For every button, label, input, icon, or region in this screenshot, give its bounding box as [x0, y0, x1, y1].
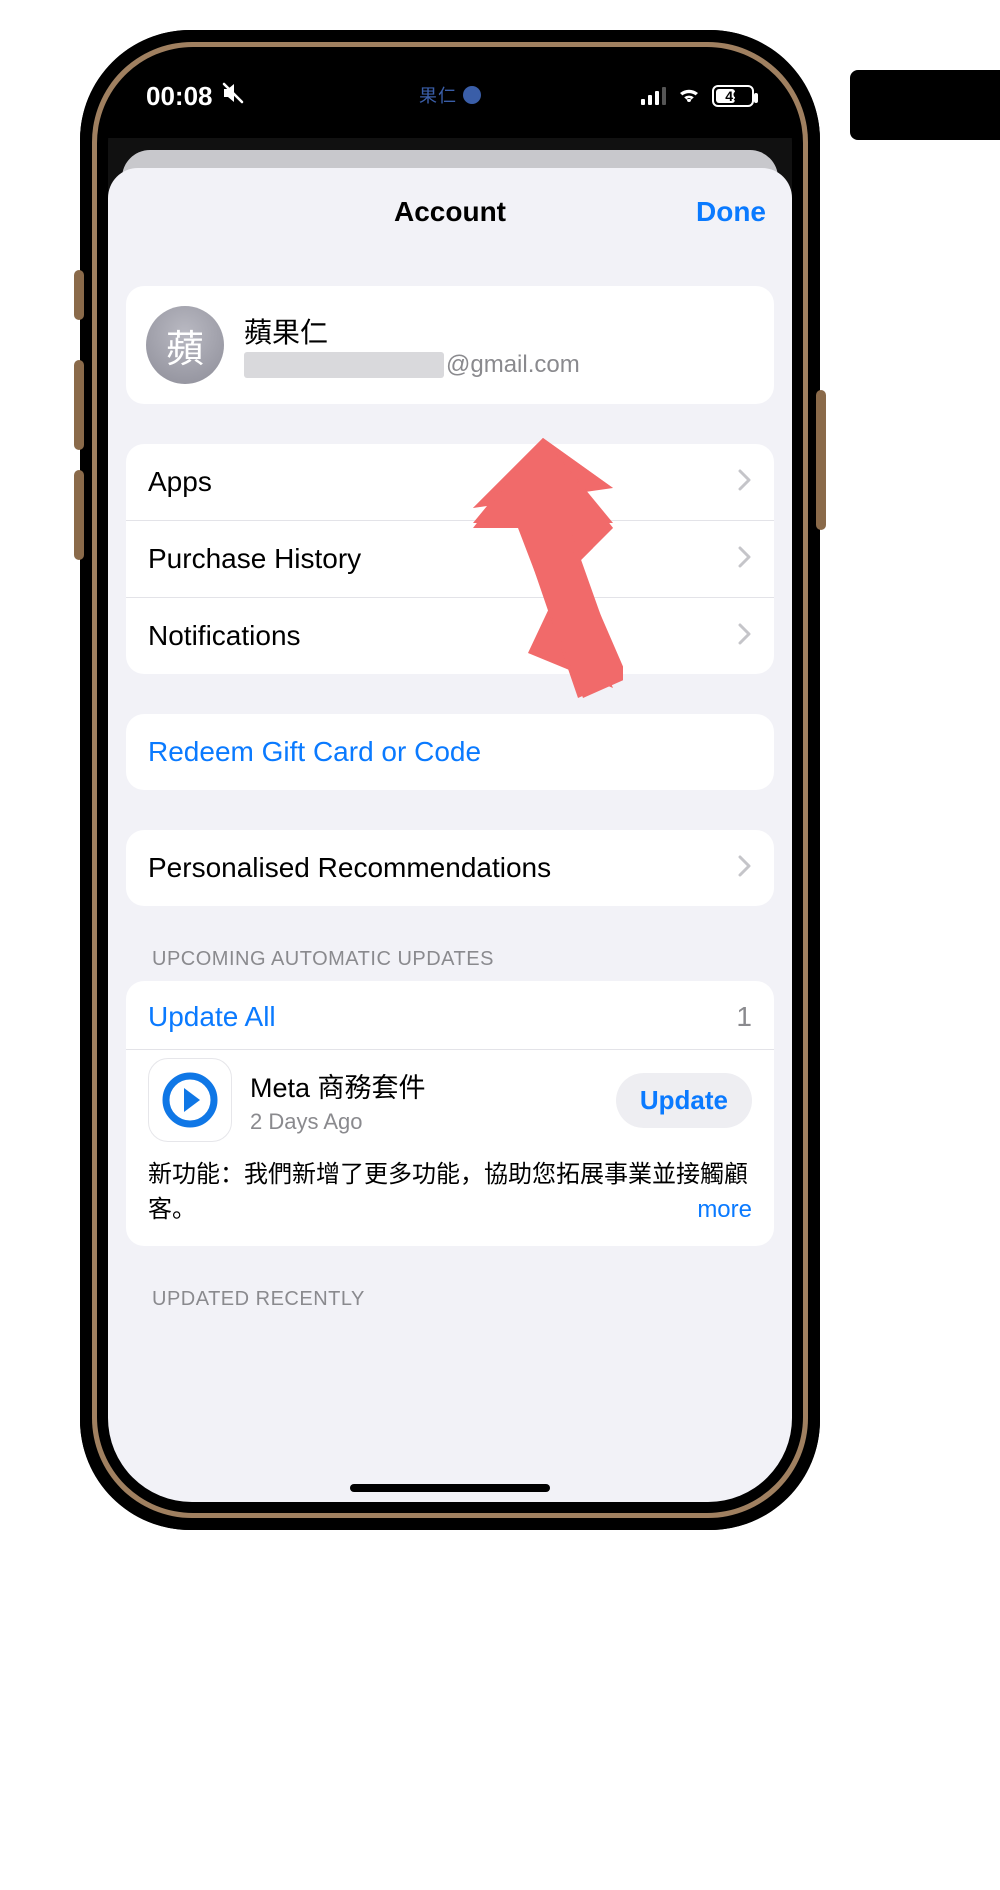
phone-frame: 00:08	[80, 30, 820, 1530]
app-description-text: 新功能：我們新增了更多功能，協助您拓展事業並接觸顧客。	[148, 1161, 748, 1223]
cellular-signal-icon	[641, 87, 666, 105]
menu-item-purchase-history[interactable]: Purchase History	[126, 520, 774, 597]
profile-card[interactable]: 蘋 蘋果仁 @gmail.com	[126, 286, 774, 404]
app-update-row[interactable]: Meta 商務套件 2 Days Ago Update	[126, 1049, 774, 1148]
app-subtitle: 2 Days Ago	[250, 1109, 598, 1135]
status-left: 00:08	[146, 81, 245, 112]
profile-name: 蘋果仁	[244, 311, 580, 351]
menu-item-notifications[interactable]: Notifications	[126, 597, 774, 674]
update-all-button[interactable]: Update All	[148, 1001, 276, 1033]
notch-label-text: 果仁	[419, 82, 457, 108]
redeem-label: Redeem Gift Card or Code	[148, 736, 481, 768]
avatar: 蘋	[146, 306, 224, 384]
battery-indicator: 49	[712, 85, 754, 107]
profile-email: @gmail.com	[244, 351, 580, 379]
email-redacted	[244, 352, 444, 378]
section-header-updated-recently: UPDATED RECENTLY	[126, 1246, 774, 1321]
menu-item-recommendations[interactable]: Personalised Recommendations	[126, 830, 774, 906]
battery-percent: 49	[725, 88, 741, 104]
done-button[interactable]: Done	[696, 196, 766, 228]
wifi-icon	[676, 84, 702, 109]
menu-label-recommendations: Personalised Recommendations	[148, 852, 551, 884]
screen: 00:08	[108, 58, 792, 1502]
chevron-right-icon	[738, 852, 752, 884]
update-button[interactable]: Update	[616, 1073, 752, 1128]
status-right: 49	[641, 84, 754, 109]
recommendations-card: Personalised Recommendations	[126, 830, 774, 906]
email-suffix: @gmail.com	[446, 351, 580, 379]
power-button	[816, 390, 826, 530]
menu-label-apps: Apps	[148, 466, 212, 498]
app-title: Meta 商務套件	[250, 1066, 598, 1105]
menu-label-notifications: Notifications	[148, 620, 301, 652]
updates-card: Update All 1 Meta 商務套件 2 Days Ago	[126, 981, 774, 1246]
volume-up-button	[74, 360, 84, 450]
avatar-initial: 蘋	[166, 318, 204, 373]
menu-item-apps[interactable]: Apps	[126, 444, 774, 520]
silent-switch	[74, 270, 84, 320]
silent-icon	[221, 81, 245, 112]
menu-label-purchase-history: Purchase History	[148, 543, 361, 575]
chevron-right-icon	[738, 543, 752, 575]
chevron-right-icon	[738, 466, 752, 498]
page-title: Account	[394, 196, 506, 228]
notch-avatar-dot	[463, 86, 481, 104]
decorative-wedge	[850, 70, 1000, 140]
updates-count: 1	[736, 1001, 752, 1033]
notch-label: 果仁	[419, 82, 481, 108]
app-icon-meta-business	[148, 1058, 232, 1142]
nav-bar: Account Done	[108, 168, 792, 256]
more-link[interactable]: more	[697, 1193, 752, 1228]
menu-card: Apps Purchase History Notifications	[126, 444, 774, 674]
volume-down-button	[74, 470, 84, 560]
status-time: 00:08	[146, 81, 213, 112]
redeem-button[interactable]: Redeem Gift Card or Code	[126, 714, 774, 790]
section-header-upcoming: UPCOMING AUTOMATIC UPDATES	[126, 906, 774, 981]
home-indicator	[350, 1484, 550, 1492]
app-description: 新功能：我們新增了更多功能，協助您拓展事業並接觸顧客。 more	[126, 1148, 774, 1228]
chevron-right-icon	[738, 620, 752, 652]
redeem-card: Redeem Gift Card or Code	[126, 714, 774, 790]
account-sheet: Account Done 蘋 蘋果仁 @gmail.com	[108, 168, 792, 1502]
